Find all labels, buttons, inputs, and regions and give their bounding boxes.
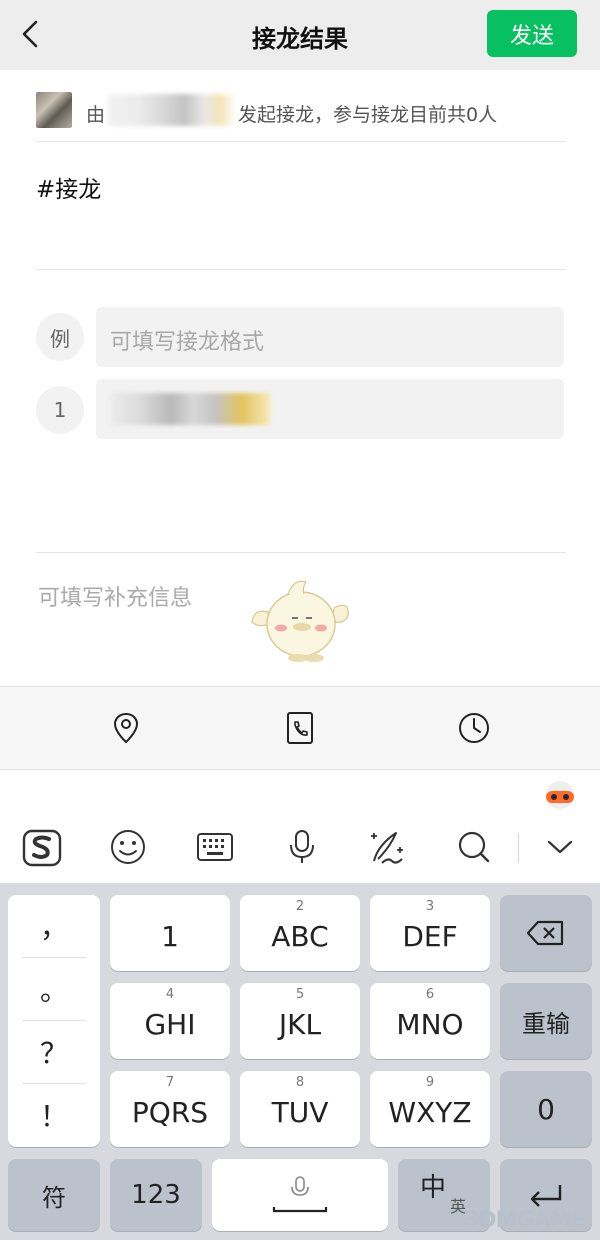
avatar xyxy=(36,92,72,128)
collapse-chevron-icon[interactable] xyxy=(540,827,580,867)
initiator-summary: 发起接龙，参与接龙目前共0人 xyxy=(238,104,498,126)
key-1[interactable]: 1 xyxy=(110,895,230,971)
redacted-entry xyxy=(110,393,270,425)
mascot-chick-image xyxy=(251,580,349,662)
example-badge: 例 xyxy=(36,313,84,361)
initiator-row: 由 发起接龙，参与接龙目前共0人 xyxy=(36,92,566,132)
zero-key[interactable]: 0 xyxy=(500,1071,592,1147)
punct-key-period[interactable]: 。 xyxy=(8,958,100,1020)
initiator-prefix: 由 xyxy=(86,104,106,126)
key-2-abc[interactable]: 2 ABC xyxy=(240,895,360,971)
punctuation-column: ， 。 ？ ！ xyxy=(8,895,100,1147)
punct-key-comma[interactable]: ， xyxy=(8,895,100,957)
key-7-pqrs[interactable]: 7 PQRS xyxy=(110,1071,230,1147)
search-icon[interactable] xyxy=(454,827,494,867)
punct-key-exclaim[interactable]: ！ xyxy=(8,1084,100,1146)
divider xyxy=(36,552,566,553)
redacted-name xyxy=(108,94,236,126)
key-4-ghi[interactable]: 4 GHI xyxy=(110,983,230,1059)
robot-assistant-icon[interactable] xyxy=(540,779,580,811)
nav-bar: 接龙结果 发送 xyxy=(0,0,600,70)
send-button[interactable]: 发送 xyxy=(487,10,577,57)
topic-text[interactable]: #接龙 xyxy=(36,170,101,204)
key-6-mno[interactable]: 6 MNO xyxy=(370,983,490,1059)
backspace-icon xyxy=(526,920,564,946)
watermark: 3DMGAME xyxy=(464,1208,585,1233)
keyboard-icon[interactable] xyxy=(195,827,235,867)
attachment-toolbar xyxy=(0,686,600,770)
numeric-key[interactable]: 123 xyxy=(110,1159,202,1231)
divider xyxy=(36,141,566,142)
sogou-logo-icon[interactable] xyxy=(22,827,62,867)
handwriting-icon[interactable] xyxy=(368,827,408,867)
symbol-key[interactable]: 符 xyxy=(8,1159,100,1231)
ime-toolbar xyxy=(0,771,600,883)
clock-icon[interactable] xyxy=(457,711,491,745)
format-placeholder: 可填写接龙格式 xyxy=(110,330,265,355)
entry-number-badge: 1 xyxy=(36,386,84,434)
entry-input[interactable] xyxy=(96,379,564,439)
emoji-icon[interactable] xyxy=(108,827,148,867)
space-mic-icon xyxy=(272,1176,328,1213)
enter-icon xyxy=(530,1185,562,1207)
reinput-key[interactable]: 重输 xyxy=(500,983,592,1059)
location-icon[interactable] xyxy=(109,711,143,745)
backspace-key[interactable] xyxy=(500,895,592,971)
divider xyxy=(36,269,566,270)
key-3-def[interactable]: 3 DEF xyxy=(370,895,490,971)
supplement-input[interactable]: 可填写补充信息 xyxy=(38,580,192,612)
t9-keyboard: ， 。 ？ ！ 1 2 ABC 3 DEF 4 GHI 5 JKL 6 MNO 重输 7P… xyxy=(0,883,600,1240)
key-8-tuv[interactable]: 8 TUV xyxy=(240,1071,360,1147)
ime-separator xyxy=(518,833,519,863)
key-9-wxyz[interactable]: 9 WXYZ xyxy=(370,1071,490,1147)
microphone-icon[interactable] xyxy=(282,827,322,867)
punct-key-question[interactable]: ？ xyxy=(8,1021,100,1083)
key-5-jkl[interactable]: 5 JKL xyxy=(240,983,360,1059)
space-key[interactable] xyxy=(212,1159,388,1231)
phone-icon[interactable] xyxy=(283,711,317,745)
format-input[interactable]: 可填写接龙格式 xyxy=(96,307,564,367)
